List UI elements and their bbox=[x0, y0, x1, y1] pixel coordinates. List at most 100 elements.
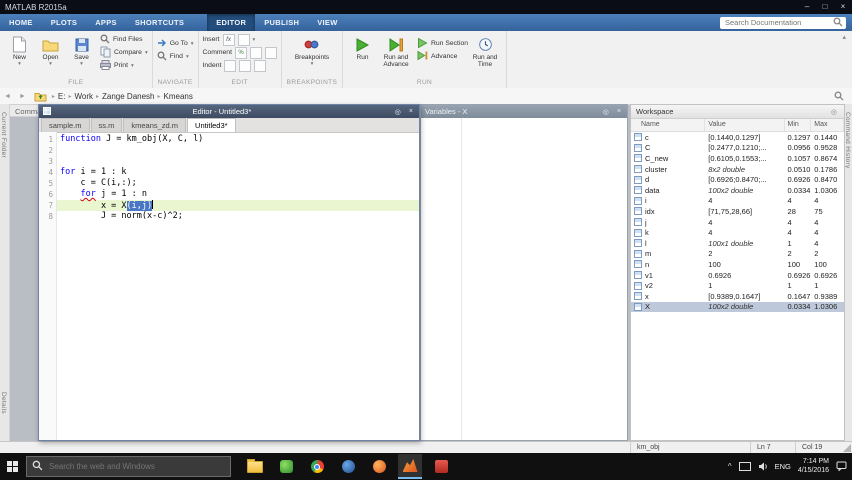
workspace-row-i[interactable]: i 4 4 4 bbox=[631, 196, 844, 207]
column-header-min[interactable]: Min bbox=[785, 119, 812, 131]
find-files-button[interactable]: Find Files bbox=[100, 33, 148, 46]
run-button[interactable]: Run bbox=[347, 33, 378, 61]
ribbon-tab-home[interactable]: HOME bbox=[0, 14, 42, 31]
collapse-ribbon-button[interactable]: ▴ bbox=[836, 31, 852, 43]
code-line-2[interactable] bbox=[57, 145, 419, 156]
clock[interactable]: 7:14 PM 4/15/2016 bbox=[798, 458, 829, 475]
taskbar-icon-chrome[interactable] bbox=[305, 454, 329, 479]
open-button[interactable]: Open ▾ bbox=[35, 33, 66, 68]
comment-percent-icon[interactable]: % bbox=[234, 46, 247, 59]
workspace-row-j[interactable]: j 4 4 4 bbox=[631, 217, 844, 228]
close-icon[interactable]: × bbox=[615, 108, 623, 115]
code-area[interactable]: 1 2 3 4 5 6 7 8 function J = km_obj(X, C, l) for… bbox=[39, 132, 419, 440]
workspace-row-m[interactable]: m 2 2 2 bbox=[631, 249, 844, 260]
breadcrumb-segment[interactable]: E: bbox=[56, 92, 68, 101]
insert-fx-icon[interactable]: fx bbox=[222, 33, 235, 46]
workspace-row-c[interactable]: c [0.1440,0.1297] 0.1297 0.1440 bbox=[631, 132, 844, 143]
code-line-7[interactable]: x = X(i,j) bbox=[57, 200, 419, 211]
insert-section-icon[interactable] bbox=[237, 33, 250, 46]
code-line-3[interactable] bbox=[57, 156, 419, 167]
taskbar-icon-app-red[interactable] bbox=[429, 454, 453, 479]
workspace-row-n[interactable]: n 100 100 100 bbox=[631, 259, 844, 270]
taskbar-icon-app-green[interactable] bbox=[274, 454, 298, 479]
ribbon-tab-shortcuts[interactable]: SHORTCUTS bbox=[126, 14, 193, 31]
save-button[interactable]: Save ▾ bbox=[66, 33, 97, 68]
details-minimized-tab[interactable]: Details bbox=[0, 392, 7, 414]
code-line-4[interactable]: for i = 1 : k bbox=[57, 167, 419, 178]
breadcrumb-segment[interactable]: Work bbox=[72, 92, 95, 101]
compare-button[interactable]: Compare ▾ bbox=[100, 46, 148, 59]
workspace-row-C_new[interactable]: C_new [0.6105,0.1553;... 0.1057 0.8674 bbox=[631, 153, 844, 164]
taskbar-search-input[interactable] bbox=[47, 461, 225, 472]
workspace-row-v2[interactable]: v2 1 1 1 bbox=[631, 280, 844, 291]
workspace-row-x[interactable]: x [0.9389,0.1647] 0.1647 0.9389 bbox=[631, 291, 844, 302]
undock-icon[interactable]: ◎ bbox=[601, 108, 611, 116]
workspace-row-idx[interactable]: idx [71,75,28,66] 28 75 bbox=[631, 206, 844, 217]
column-header-value[interactable]: Value bbox=[705, 119, 785, 131]
battery-icon[interactable] bbox=[738, 462, 751, 471]
indent-button[interactable]: Indent bbox=[203, 59, 267, 72]
workspace-row-d[interactable]: d [0.6926;0.8470;... 0.6926 0.8470 bbox=[631, 174, 844, 185]
ribbon-tab-editor[interactable]: EDITOR bbox=[207, 14, 256, 31]
command-history-minimized-tab[interactable]: Command History bbox=[844, 112, 851, 169]
taskbar-search-box[interactable] bbox=[26, 456, 231, 477]
taskbar-icon-app-blue[interactable] bbox=[336, 454, 360, 479]
ribbon-tab-apps[interactable]: APPS bbox=[86, 14, 126, 31]
folder-up-icon[interactable] bbox=[34, 91, 47, 102]
workspace-row-X[interactable]: X 100x2 double 0.0334 1.0306 bbox=[631, 301, 844, 313]
breakpoints-button[interactable]: Breakpoints ▾ bbox=[288, 33, 336, 68]
documentation-search-input[interactable] bbox=[723, 17, 833, 28]
workspace-row-C[interactable]: C [0.2477,0.1210;... 0.0956 0.9528 bbox=[631, 143, 844, 154]
minimize-button[interactable]: – bbox=[798, 0, 816, 14]
editor-tab-sample-m[interactable]: sample.m bbox=[41, 118, 90, 132]
workspace-row-data[interactable]: data 100x2 double 0.0334 1.0306 bbox=[631, 185, 844, 196]
indent-left-icon[interactable] bbox=[254, 59, 267, 72]
editor-titlebar[interactable]: Editor - Untitled3* ◎ × bbox=[39, 105, 419, 118]
volume-icon[interactable] bbox=[758, 458, 768, 476]
undock-icon[interactable]: ◎ bbox=[829, 108, 839, 116]
smart-indent-icon[interactable] bbox=[224, 59, 237, 72]
maximize-button[interactable]: □ bbox=[816, 0, 834, 14]
workspace-row-l[interactable]: l 100x1 double 1 4 bbox=[631, 238, 844, 249]
taskbar-icon-matlab[interactable] bbox=[398, 454, 422, 479]
run-section-button[interactable]: Run Section bbox=[417, 37, 468, 50]
ribbon-tab-plots[interactable]: PLOTS bbox=[42, 14, 87, 31]
start-button[interactable] bbox=[0, 453, 26, 480]
folder-search-icon[interactable] bbox=[834, 91, 844, 101]
run-and-advance-button[interactable]: Run and Advance bbox=[378, 33, 414, 69]
code-lines[interactable]: function J = km_obj(X, C, l) for i = 1 : … bbox=[57, 132, 419, 440]
workspace-row-v1[interactable]: v1 0.6926 0.6926 0.6926 bbox=[631, 270, 844, 281]
new-button[interactable]: New ▾ bbox=[4, 33, 35, 68]
code-line-6[interactable]: for j = 1 : n bbox=[57, 189, 419, 200]
workspace-header[interactable]: Workspace ◎ bbox=[631, 105, 844, 119]
close-icon[interactable]: × bbox=[407, 108, 415, 115]
breadcrumb-segment[interactable]: Zange Danesh bbox=[100, 92, 156, 101]
tray-chevron-up-icon[interactable]: ^ bbox=[728, 462, 732, 471]
editor-tab-ss-m[interactable]: ss.m bbox=[90, 118, 123, 132]
taskbar-icon-file-explorer[interactable] bbox=[243, 454, 267, 479]
column-header-max[interactable]: Max bbox=[811, 119, 844, 131]
advance-button[interactable]: Advance bbox=[417, 50, 468, 63]
editor-tab-kmeans-zd-m[interactable]: kmeans_zd.m bbox=[123, 118, 187, 132]
workspace-row-k[interactable]: k 4 4 4 bbox=[631, 227, 844, 238]
comment-button[interactable]: Comment % bbox=[203, 46, 277, 59]
run-and-time-button[interactable]: Run and Time bbox=[468, 33, 502, 69]
code-line-8[interactable]: J = norm(x-c)^2; bbox=[57, 211, 419, 222]
close-button[interactable]: × bbox=[834, 0, 852, 14]
editor-tab-untitled3-[interactable]: Untitled3* bbox=[187, 118, 236, 132]
breadcrumb-segment[interactable]: Kmeans bbox=[162, 92, 195, 101]
taskbar-icon-app-orange[interactable] bbox=[367, 454, 391, 479]
insert-button[interactable]: Insert fx ▾ bbox=[203, 33, 255, 46]
wrap-comment-icon[interactable] bbox=[264, 46, 277, 59]
workspace-row-cluster[interactable]: cluster 8x2 double 0.0510 0.1786 bbox=[631, 164, 844, 175]
notification-center-icon[interactable] bbox=[836, 458, 847, 476]
goto-button[interactable]: Go To ▾ bbox=[157, 37, 194, 50]
documentation-search-box[interactable] bbox=[720, 16, 846, 29]
back-arrow-icon[interactable]: ◄ bbox=[0, 93, 15, 100]
language-indicator[interactable]: ENG bbox=[775, 462, 791, 471]
column-header-name[interactable]: Name bbox=[631, 119, 706, 131]
current-folder-minimized-tab[interactable]: Current Folder bbox=[0, 112, 7, 158]
undock-icon[interactable]: ◎ bbox=[393, 108, 403, 116]
uncomment-icon[interactable] bbox=[249, 46, 262, 59]
find-button[interactable]: Find ▾ bbox=[157, 50, 189, 63]
